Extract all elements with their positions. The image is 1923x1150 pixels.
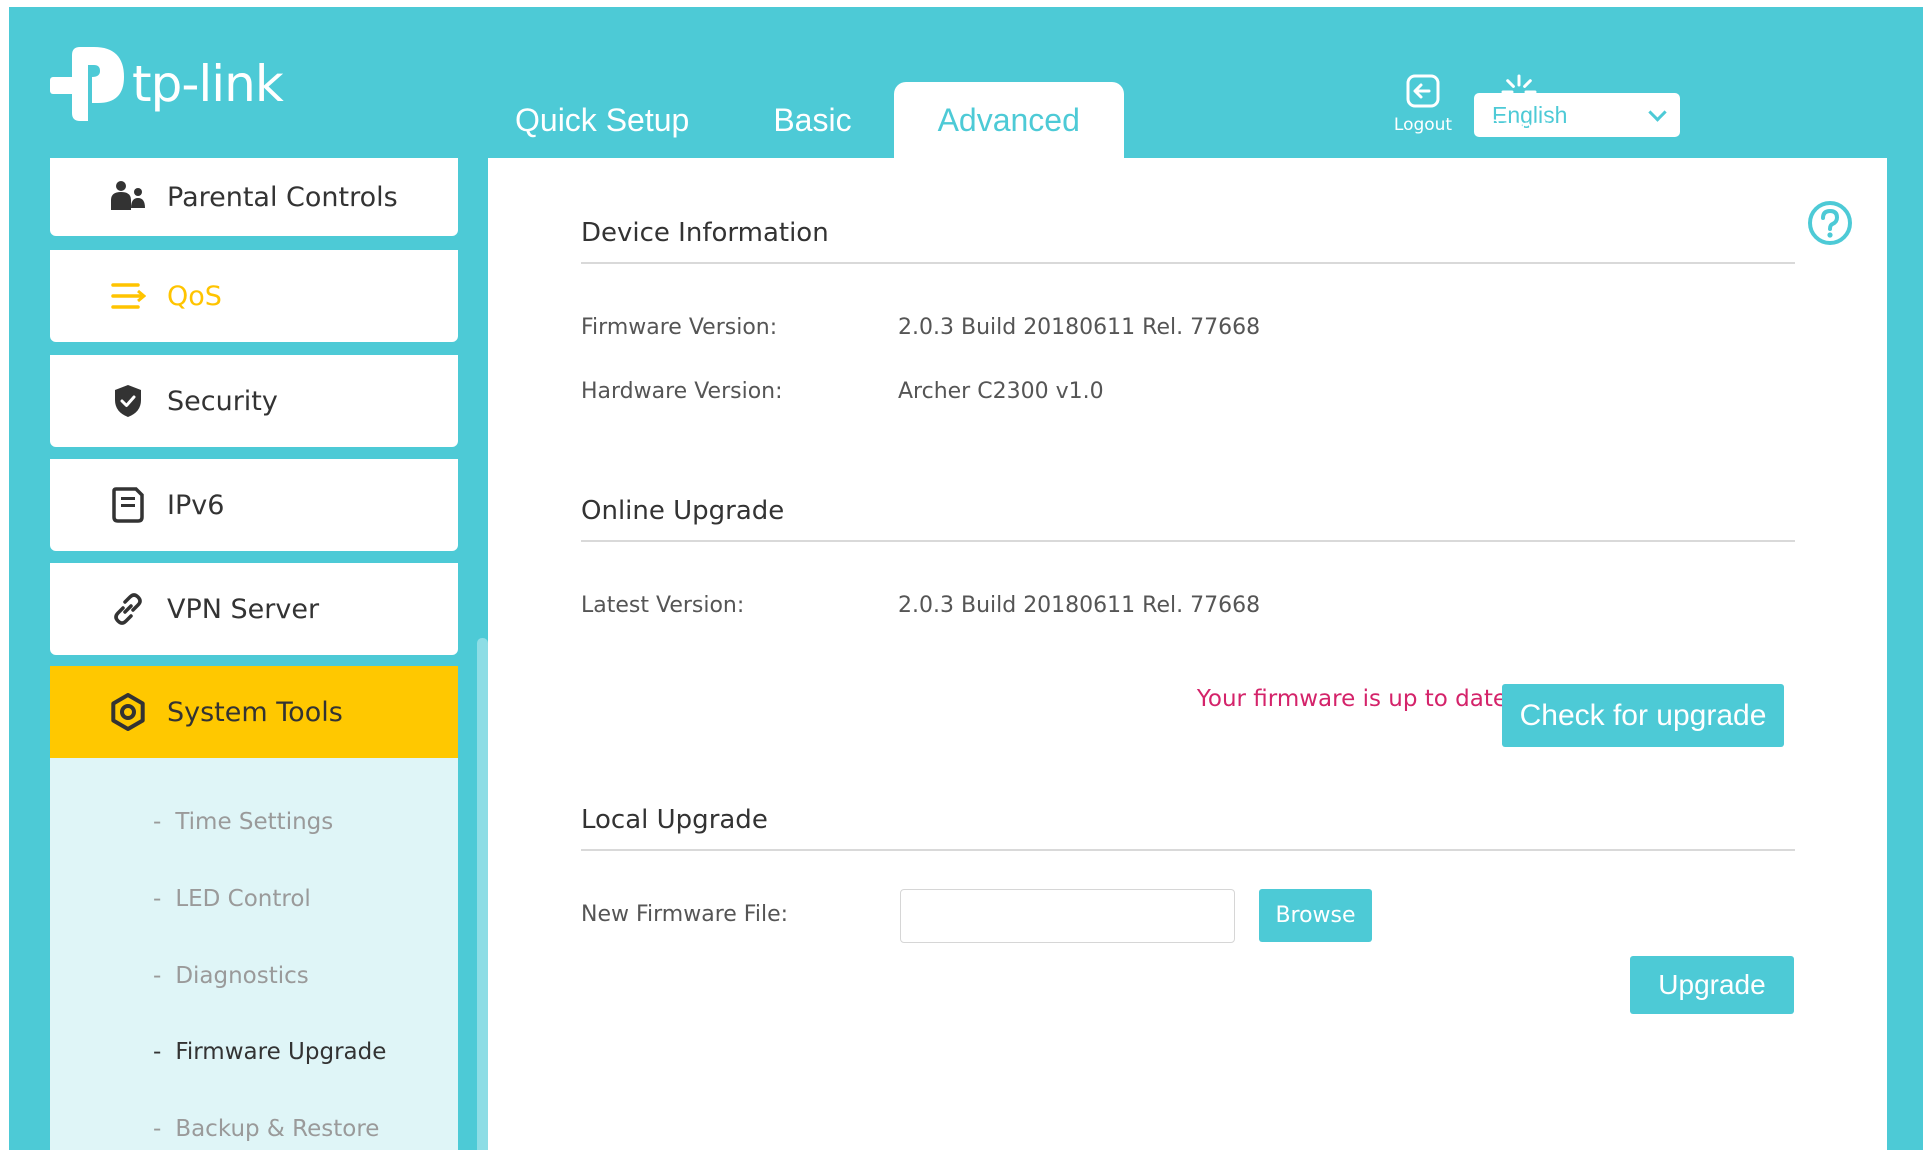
latest-version-label: Latest Version: bbox=[581, 593, 745, 618]
sub-item-dash: - bbox=[153, 809, 162, 835]
sidebar-item-label: System Tools bbox=[167, 696, 343, 728]
firmware-file-input[interactable] bbox=[900, 889, 1235, 943]
check-for-upgrade-button[interactable]: Check for upgrade bbox=[1502, 684, 1784, 747]
tp-link-logo-icon bbox=[50, 47, 124, 121]
hardware-version-value: Archer C2300 v1.0 bbox=[898, 379, 1104, 404]
sidebar-item-security[interactable]: Security bbox=[50, 355, 458, 447]
sidebar-subitem-time-settings[interactable]: - Time Settings bbox=[50, 802, 458, 842]
sidebar-item-label: Parental Controls bbox=[167, 181, 398, 213]
gear-icon bbox=[108, 692, 148, 732]
tab-basic[interactable]: Basic bbox=[731, 82, 893, 158]
logo-text: tp-link bbox=[132, 55, 284, 113]
firmware-status-text: Your firmware is up to date bbox=[1196, 686, 1507, 712]
sidebar-subitem-diagnostics[interactable]: - Diagnostics bbox=[50, 956, 458, 996]
sidebar-item-parental-controls[interactable]: Parental Controls bbox=[50, 158, 458, 236]
sidebar-item-label: Security bbox=[167, 385, 278, 417]
online-upgrade-title: Online Upgrade bbox=[581, 496, 1795, 542]
chevron-down-icon bbox=[1648, 102, 1667, 122]
link-icon bbox=[108, 589, 148, 629]
tp-link-logo: tp-link bbox=[50, 39, 284, 129]
sidebar: Parental Controls QoS Security IPv6 VPN … bbox=[50, 158, 458, 1150]
reboot-label: Reboot bbox=[1489, 117, 1549, 137]
shield-icon bbox=[108, 381, 148, 421]
latest-version-value: 2.0.3 Build 20180611 Rel. 77668 bbox=[898, 593, 1261, 618]
hardware-version-label: Hardware Version: bbox=[581, 379, 783, 404]
logout-label: Logout bbox=[1393, 115, 1453, 135]
reboot-icon bbox=[1501, 74, 1537, 110]
firmware-version-label: Firmware Version: bbox=[581, 315, 778, 340]
ipv6-icon bbox=[108, 485, 148, 525]
sub-item-label: Firmware Upgrade bbox=[175, 1039, 387, 1065]
sub-item-label: Backup & Restore bbox=[175, 1116, 380, 1142]
logout-icon bbox=[1406, 74, 1440, 108]
sidebar-item-label: IPv6 bbox=[167, 489, 225, 521]
sub-item-dash: - bbox=[153, 1039, 162, 1065]
new-firmware-file-label: New Firmware File: bbox=[581, 902, 789, 927]
logout-button[interactable]: Logout bbox=[1383, 73, 1463, 135]
router-admin-frame: tp-link Quick Setup Basic Advanced Engli… bbox=[9, 7, 1923, 1150]
sub-item-dash: - bbox=[153, 1116, 162, 1142]
device-information-title: Device Information bbox=[581, 218, 1795, 264]
help-button[interactable] bbox=[1807, 200, 1853, 250]
sub-item-dash: - bbox=[153, 886, 162, 912]
firmware-upgrade-panel: Device Information Firmware Version: 2.0… bbox=[488, 158, 1887, 1150]
upgrade-button[interactable]: Upgrade bbox=[1630, 956, 1794, 1014]
sub-item-label: LED Control bbox=[175, 886, 311, 912]
system-tools-submenu: - Time Settings - LED Control - Diagnost… bbox=[50, 758, 458, 1150]
sub-item-label: Diagnostics bbox=[175, 963, 309, 989]
sidebar-item-system-tools[interactable]: System Tools bbox=[50, 666, 458, 758]
tab-advanced[interactable]: Advanced bbox=[893, 82, 1124, 158]
firmware-version-value: 2.0.3 Build 20180611 Rel. 77668 bbox=[898, 315, 1261, 340]
sub-item-dash: - bbox=[153, 963, 162, 989]
local-upgrade-title: Local Upgrade bbox=[581, 805, 1795, 851]
browse-button[interactable]: Browse bbox=[1259, 889, 1372, 942]
sidebar-subitem-backup-restore[interactable]: - Backup & Restore bbox=[50, 1109, 458, 1149]
top-tabs: Quick Setup Basic Advanced bbox=[481, 82, 1124, 158]
parental-controls-icon bbox=[108, 177, 148, 217]
sub-item-label: Time Settings bbox=[175, 809, 334, 835]
sidebar-item-qos[interactable]: QoS bbox=[50, 250, 458, 342]
sidebar-scrollbar[interactable] bbox=[477, 638, 488, 1150]
qos-icon bbox=[108, 276, 148, 316]
reboot-button[interactable]: Reboot bbox=[1479, 73, 1559, 137]
tab-quick-setup[interactable]: Quick Setup bbox=[481, 82, 731, 158]
help-icon bbox=[1808, 201, 1852, 245]
sidebar-subitem-firmware-upgrade[interactable]: - Firmware Upgrade bbox=[50, 1032, 458, 1072]
sidebar-item-label: VPN Server bbox=[167, 593, 320, 625]
sidebar-item-vpn-server[interactable]: VPN Server bbox=[50, 563, 458, 655]
sidebar-item-ipv6[interactable]: IPv6 bbox=[50, 459, 458, 551]
sidebar-subitem-led-control[interactable]: - LED Control bbox=[50, 879, 458, 919]
sidebar-item-label: QoS bbox=[167, 280, 222, 312]
